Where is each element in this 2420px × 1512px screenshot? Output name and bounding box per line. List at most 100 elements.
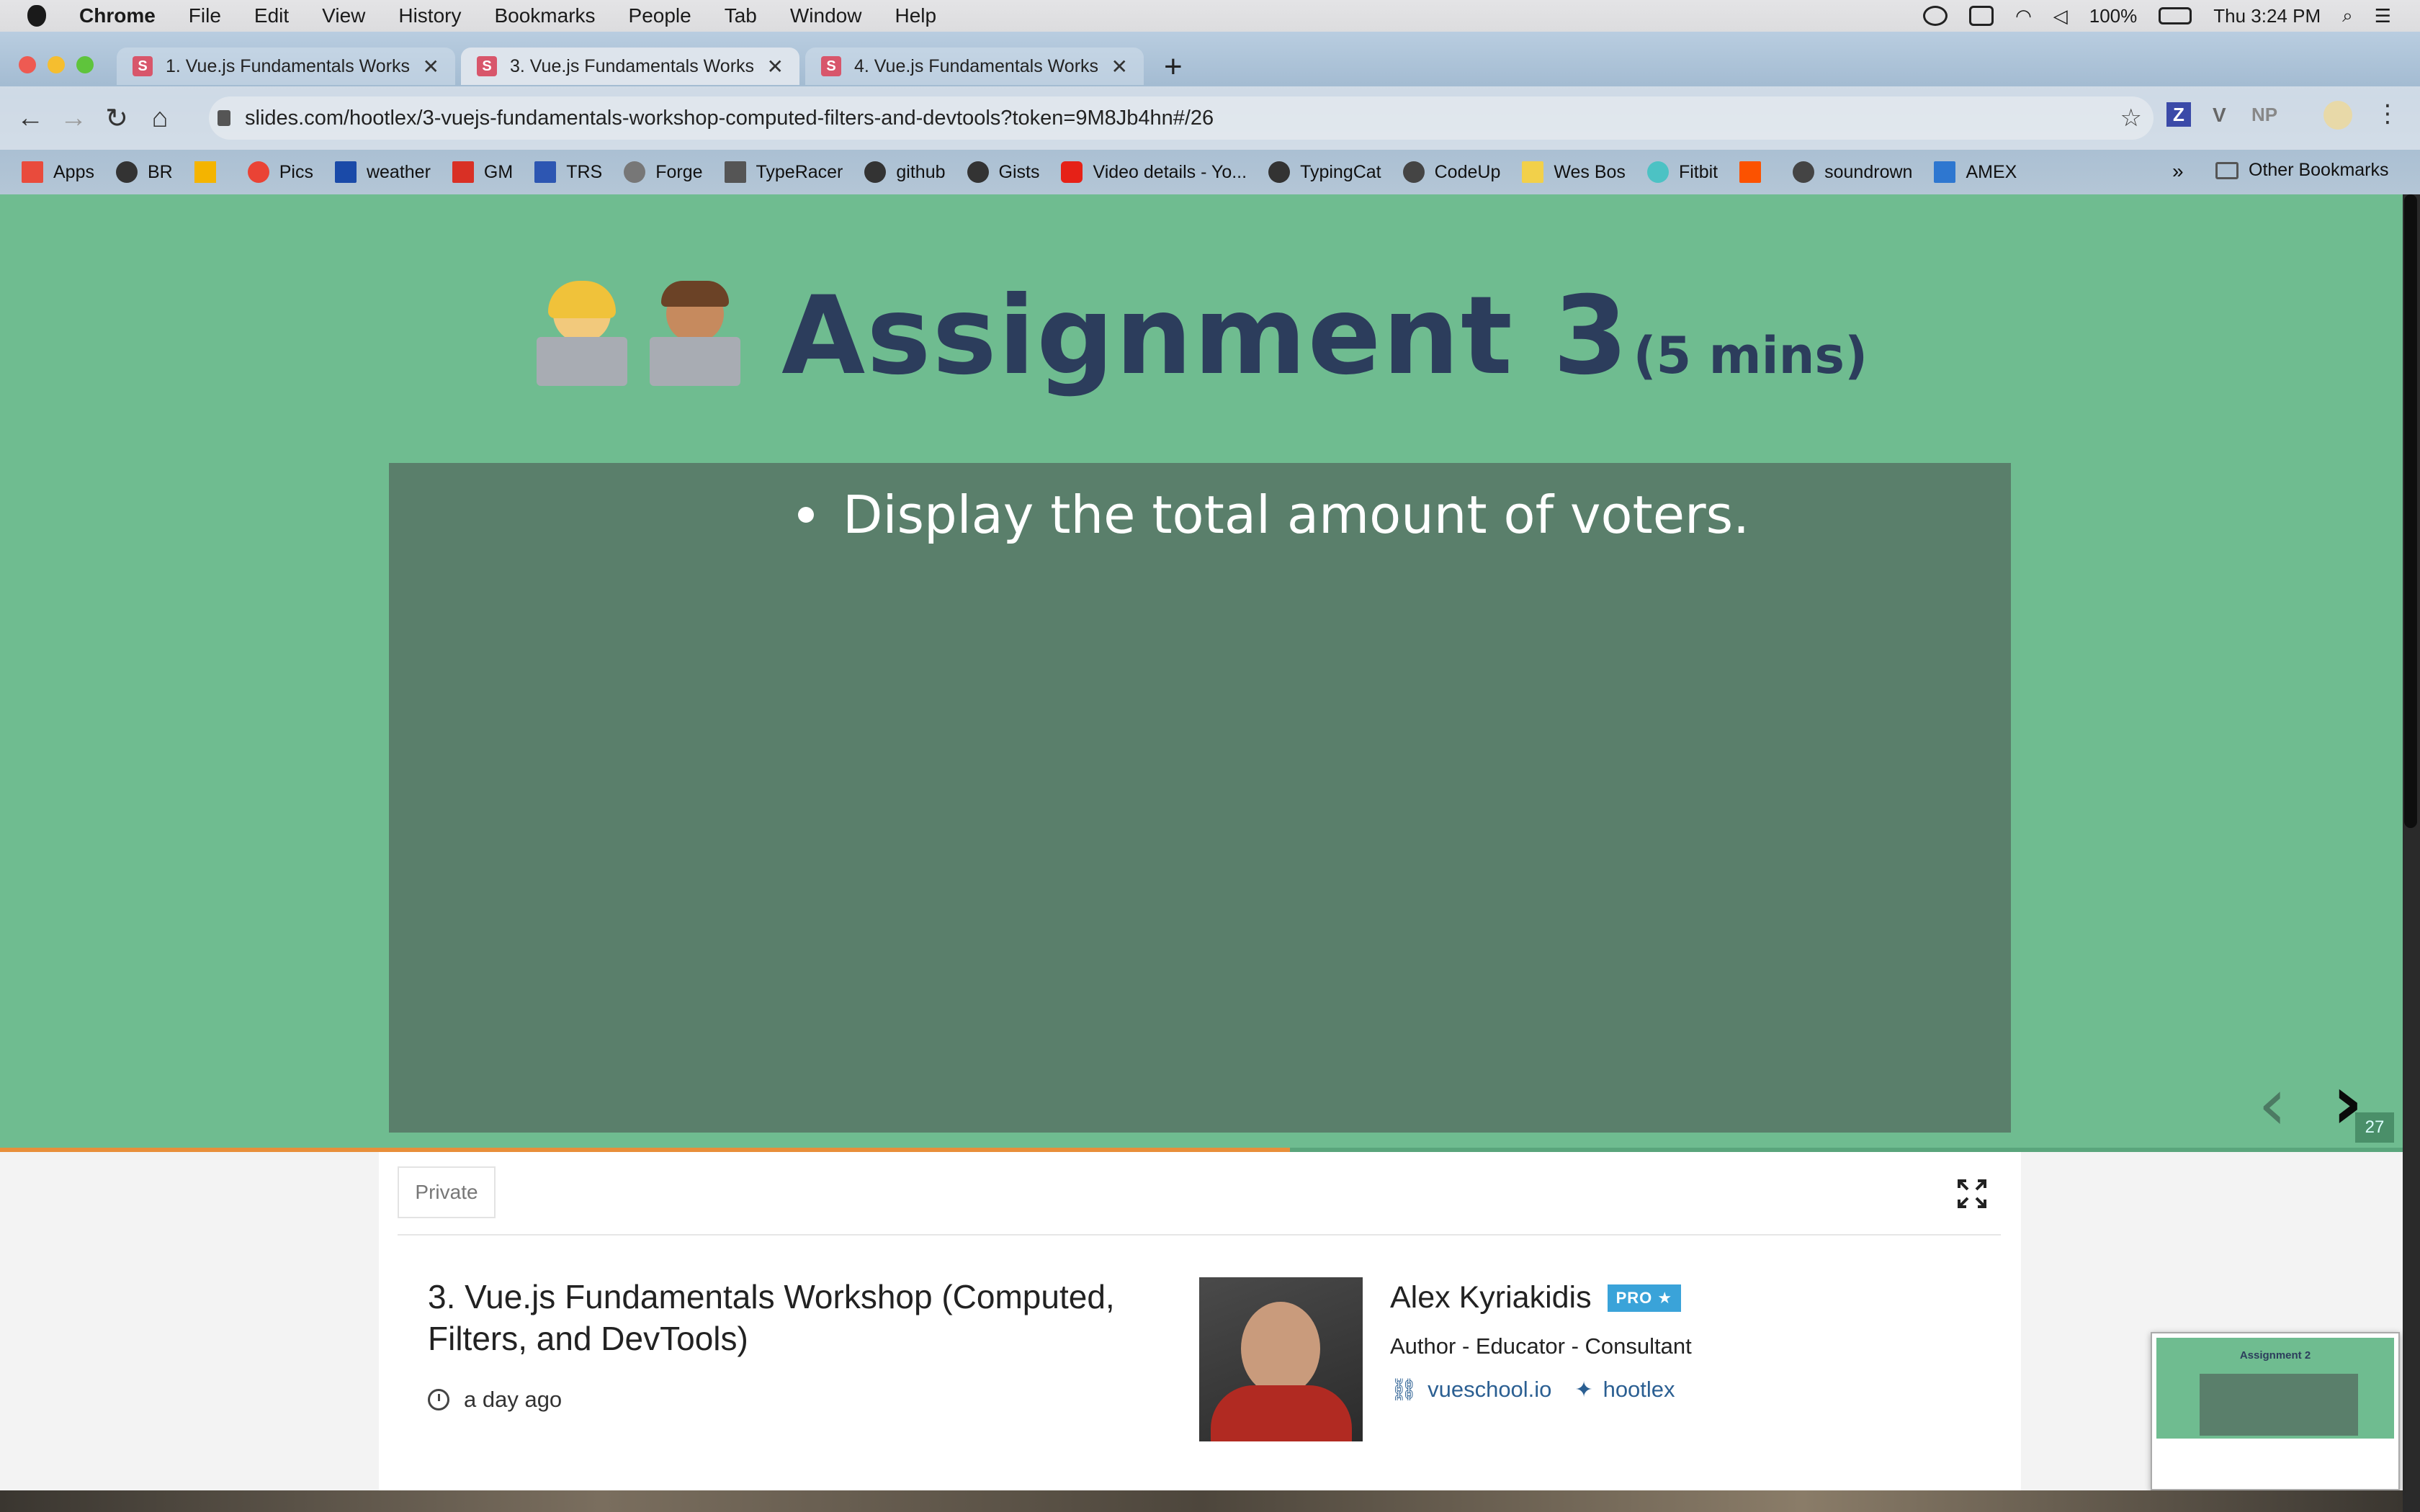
github-icon	[115, 161, 138, 183]
pro-badge: PRO ★	[1607, 1284, 1682, 1312]
author-name[interactable]: Alex Kyriakidis	[1390, 1280, 1592, 1315]
menu-tab[interactable]: Tab	[725, 4, 757, 27]
window-minimize-button[interactable]	[48, 56, 65, 73]
slide-number: 27	[2355, 1112, 2394, 1143]
apple-menu-icon[interactable]	[27, 5, 46, 27]
bookmark-forge[interactable]: Forge	[624, 161, 703, 183]
tab-title: 4. Vue.js Fundamentals Workshop	[854, 55, 1098, 76]
home-icon[interactable]: ⌂	[138, 103, 182, 134]
bookmark-gm[interactable]: GM	[452, 161, 513, 183]
bookmark-gists[interactable]: Gists	[967, 161, 1039, 183]
window-close-button[interactable]	[19, 56, 36, 73]
tab-close-icon[interactable]: ✕	[767, 55, 784, 78]
bookmark-codeup[interactable]: CodeUp	[1402, 161, 1500, 183]
bookmark-soundrown[interactable]: soundrown	[1793, 161, 1912, 183]
tab-3[interactable]: S 4. Vue.js Fundamentals Workshop ✕	[805, 48, 1144, 85]
previous-slide-arrow-icon[interactable]: ‹	[2258, 1062, 2287, 1146]
window-zoom-button[interactable]	[76, 56, 94, 73]
tab-1[interactable]: S 1. Vue.js Fundamentals Workshop ✕	[117, 48, 455, 85]
trs-icon	[534, 161, 557, 183]
bookmark-amex[interactable]: AMEX	[1934, 161, 2017, 183]
extension-z-icon[interactable]: Z	[2166, 102, 2191, 127]
menu-edit[interactable]: Edit	[254, 4, 289, 27]
menu-history[interactable]: History	[398, 4, 461, 27]
menu-window[interactable]: Window	[790, 4, 862, 27]
tab-title: 3. Vue.js Fundamentals Workshop	[510, 55, 754, 76]
gmail-icon	[452, 161, 474, 183]
bookmarks-overflow-chevron[interactable]: »	[2172, 160, 2184, 183]
author-website-link[interactable]: vueschool.io	[1428, 1377, 1551, 1403]
bookmark-star-icon[interactable]: ☆	[2120, 104, 2142, 132]
extension-np-icon[interactable]: NP	[2251, 104, 2277, 126]
url-text[interactable]: slides.com/hootlex/3-vuejs-fundamentals-…	[245, 107, 1214, 130]
tab-close-icon[interactable]: ✕	[1111, 55, 1128, 78]
page-scrollbar-thumb[interactable]	[2404, 194, 2417, 828]
bookmark-br[interactable]: BR	[115, 161, 173, 183]
forward-arrow-icon[interactable]: →	[52, 103, 95, 134]
menu-app-name[interactable]: Chrome	[79, 4, 156, 27]
menu-help[interactable]: Help	[895, 4, 936, 27]
creative-cloud-icon[interactable]	[1923, 6, 1948, 26]
preview-slide: Assignment 2	[2156, 1338, 2394, 1439]
globe-icon	[1402, 161, 1425, 183]
deck-title[interactable]: 3. Vue.js Fundamentals Workshop (Compute…	[428, 1276, 1148, 1359]
extension-v-icon[interactable]: V	[2213, 104, 2226, 127]
floating-preview-thumbnail[interactable]: Assignment 2	[2151, 1332, 2400, 1490]
bookmark-typeracer[interactable]: TypeRacer	[724, 161, 843, 183]
bookmark-strava[interactable]	[1739, 161, 1771, 183]
bookmark-fitbit[interactable]: Fitbit	[1646, 161, 1718, 183]
slides-favicon-icon: S	[133, 56, 153, 76]
man-technologist-emoji-icon	[648, 281, 742, 386]
slides-favicon-icon: S	[477, 56, 497, 76]
volume-icon[interactable]: ◁	[2053, 5, 2068, 27]
photos-icon	[247, 161, 269, 183]
menu-file[interactable]: File	[189, 4, 221, 27]
bookmark-weather[interactable]: weather	[334, 161, 431, 183]
bookmark-github[interactable]: github	[864, 161, 946, 183]
slide-title: Assignment 3 (5 mins)	[0, 274, 2403, 399]
notification-center-icon[interactable]: ☰	[2375, 5, 2391, 27]
bookmark-typingcat[interactable]: TypingCat	[1268, 161, 1381, 183]
wesbos-icon	[1522, 161, 1544, 183]
docker-icon[interactable]	[1969, 6, 1994, 26]
github-icon	[967, 161, 989, 183]
tab-2-active[interactable]: S 3. Vue.js Fundamentals Workshop ✕	[461, 48, 799, 85]
menu-people[interactable]: People	[629, 4, 691, 27]
updated-text: a day ago	[464, 1387, 563, 1412]
bookmark-wesbos[interactable]: Wes Bos	[1522, 161, 1626, 183]
battery-percent: 100%	[2089, 4, 2138, 27]
macos-menubar: Chrome File Edit View History Bookmarks …	[0, 0, 2420, 32]
chrome-menu-icon[interactable]: ⋮	[2375, 99, 2400, 128]
bookmark-pics[interactable]: Pics	[247, 161, 313, 183]
menu-bookmarks[interactable]: Bookmarks	[494, 4, 595, 27]
bullet-text: Display the total amount of voters.	[843, 485, 1750, 545]
fullscreen-icon[interactable]	[1956, 1178, 1988, 1210]
preview-title: Assignment 2	[2239, 1349, 2311, 1362]
tab-close-icon[interactable]: ✕	[423, 55, 439, 78]
link-icon: ⛓	[1390, 1377, 1418, 1402]
bookmark-drive[interactable]	[194, 161, 226, 183]
bookmarks-bar: Apps BR Pics weather GM TRS Forge TypeRa…	[0, 150, 2420, 194]
new-tab-plus-icon[interactable]: +	[1164, 49, 1183, 85]
lock-icon[interactable]	[218, 110, 230, 126]
bookmark-youtube[interactable]: Video details - Yo...	[1061, 161, 1247, 183]
profile-avatar-icon[interactable]	[2323, 101, 2352, 130]
card-divider	[398, 1234, 2001, 1236]
other-bookmarks-folder[interactable]: Other Bookmarks	[2215, 160, 2389, 181]
wifi-icon[interactable]: ◠	[2015, 5, 2032, 27]
author-avatar[interactable]	[1199, 1277, 1363, 1441]
spotlight-search-icon[interactable]: ⌕	[2342, 4, 2353, 27]
reload-icon[interactable]: ↻	[95, 102, 138, 135]
battery-icon[interactable]	[2159, 7, 2192, 24]
back-arrow-icon[interactable]: ←	[9, 103, 52, 134]
author-twitter-link[interactable]: hootlex	[1603, 1377, 1675, 1403]
bookmark-trs[interactable]: TRS	[534, 161, 602, 183]
twitter-bird-icon: ✦	[1574, 1377, 1593, 1402]
address-bar[interactable]: slides.com/hootlex/3-vuejs-fundamentals-…	[209, 96, 2154, 140]
menubar-clock[interactable]: Thu 3:24 PM	[2213, 5, 2321, 27]
clock-icon	[428, 1389, 449, 1410]
menu-view[interactable]: View	[322, 4, 365, 27]
bookmark-apps[interactable]: Apps	[22, 161, 94, 183]
typeracer-icon	[724, 161, 746, 183]
visibility-badge: Private	[398, 1166, 496, 1218]
